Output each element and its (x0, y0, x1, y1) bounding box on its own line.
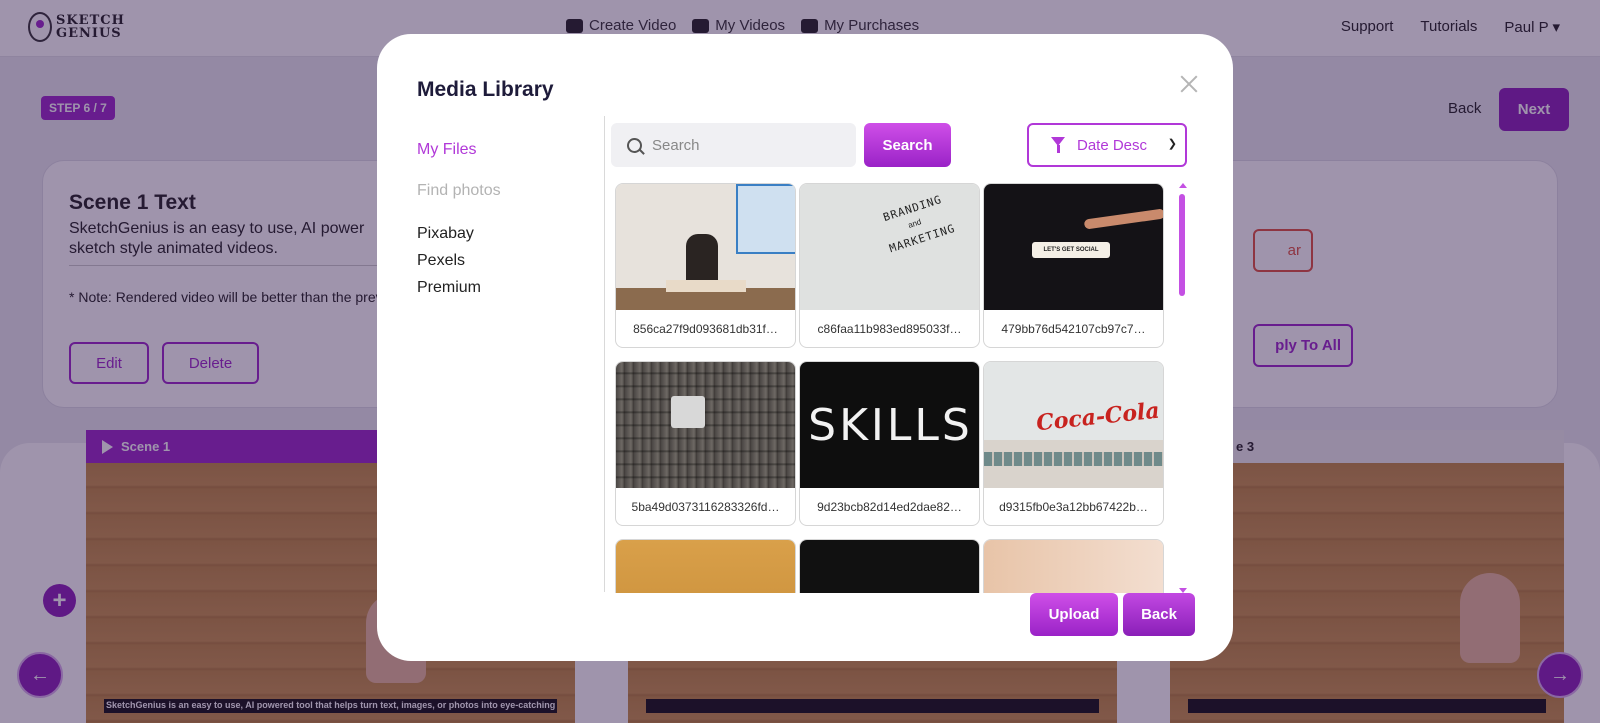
media-tile[interactable]: 5ba49d0373116283326fd… (615, 361, 796, 526)
close-icon[interactable] (1180, 75, 1198, 93)
sidebar-item-pixabay[interactable]: Pixabay (417, 225, 474, 243)
sidebar-item-premium[interactable]: Premium (417, 279, 481, 297)
media-tile[interactable]: 856ca27f9d093681db31f… (615, 183, 796, 348)
media-file-name: 856ca27f9d093681db31f… (633, 322, 778, 336)
sidebar-item-pexels[interactable]: Pexels (417, 252, 465, 270)
media-library-modal: Media Library My Files Find photos Pixab… (377, 34, 1233, 661)
photo-thumbnail-image (984, 540, 1163, 593)
filter-icon (1051, 137, 1065, 153)
media-file-name: 479bb76d542107cb97c7… (1001, 322, 1146, 336)
media-scrollbar[interactable] (1178, 183, 1188, 593)
media-file-name: 9d23bcb82d14ed2dae82… (817, 500, 962, 514)
media-grid: 856ca27f9d093681db31f… BRANDING and MARK… (615, 183, 1175, 593)
chevron-down-icon: ❯ (1167, 138, 1177, 150)
media-file-name: d9315fb0e3a12bb67422b… (999, 500, 1148, 514)
media-tile[interactable]: Coca-Cola d9315fb0e3a12bb67422b… (983, 361, 1164, 526)
media-tile[interactable] (983, 539, 1164, 593)
upload-button[interactable]: Upload (1030, 593, 1118, 636)
modal-title: Media Library (417, 78, 554, 101)
media-tile[interactable] (615, 539, 796, 593)
sidebar-item-my-files[interactable]: My Files (417, 141, 477, 159)
search-field[interactable] (611, 123, 856, 167)
classroom-photo-image (616, 184, 795, 310)
building-sign-photo-image (616, 362, 795, 488)
sort-value: Date Desc (1077, 136, 1148, 154)
media-tile[interactable] (799, 539, 980, 593)
sort-select[interactable]: Date Desc ❯ (1027, 123, 1187, 167)
scroll-up-arrow-icon[interactable] (1179, 183, 1187, 188)
lets-get-social-photo-image: LET'S GET SOCIAL (984, 184, 1163, 310)
divider (604, 116, 605, 592)
media-tile[interactable]: LET'S GET SOCIAL 479bb76d542107cb97c7… (983, 183, 1164, 348)
media-tile[interactable]: SKILLS 9d23bcb82d14ed2dae82… (799, 361, 980, 526)
photo-thumbnail-image (800, 540, 979, 593)
media-tile[interactable]: BRANDING and MARKETING c86faa11b983ed895… (799, 183, 980, 348)
photo-thumbnail-image (616, 540, 795, 593)
media-file-name: c86faa11b983ed895033f… (817, 322, 962, 336)
search-button[interactable]: Search (864, 123, 951, 167)
skills-chalkboard-photo-image: SKILLS (800, 362, 979, 488)
media-file-name: 5ba49d0373116283326fd… (631, 500, 780, 514)
scrollbar-thumb[interactable] (1179, 194, 1185, 296)
search-icon (627, 137, 642, 153)
coca-cola-building-photo-image: Coca-Cola (984, 362, 1163, 488)
branding-marketing-photo-image: BRANDING and MARKETING (800, 184, 979, 310)
search-input[interactable] (652, 136, 832, 154)
sidebar-item-find-photos: Find photos (417, 182, 501, 199)
modal-back-button[interactable]: Back (1123, 593, 1195, 636)
